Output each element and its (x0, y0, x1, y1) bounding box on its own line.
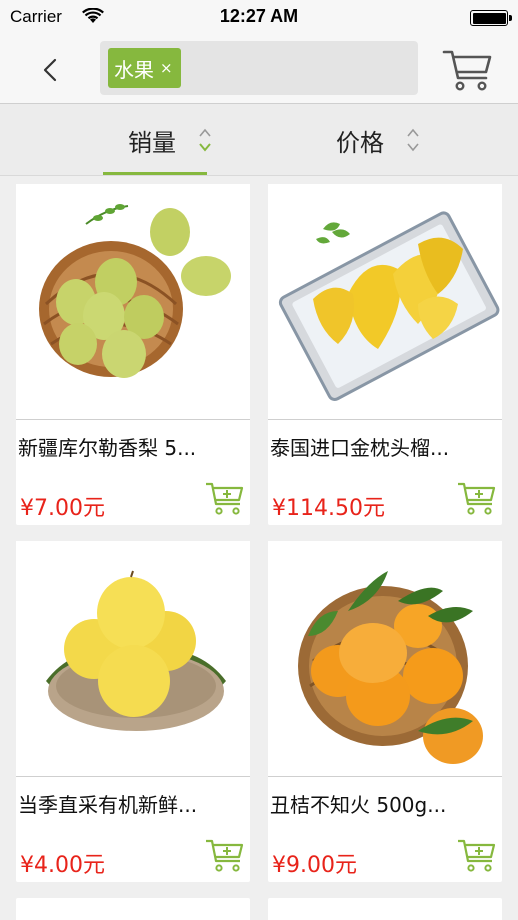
product-price: ¥7.00元 (20, 496, 105, 521)
sort-arrows-icon (199, 128, 211, 152)
pears-in-basket-image (39, 204, 231, 378)
product-card[interactable] (16, 898, 250, 920)
sort-arrows-icon (407, 128, 419, 152)
add-to-cart-icon[interactable] (204, 480, 244, 516)
search-field[interactable]: 水果 × (100, 41, 418, 95)
product-name: 当季直采有机新鲜... (18, 793, 198, 817)
product-card[interactable]: 泰国进口金枕头榴... ¥114.50元 (268, 184, 502, 525)
product-image (16, 541, 250, 777)
product-image (268, 541, 502, 777)
back-button[interactable] (30, 52, 70, 88)
yellow-pears-on-plate-image (46, 570, 226, 731)
active-sort-indicator (103, 172, 207, 175)
clock: 12:27 AM (219, 6, 299, 26)
product-image (268, 184, 502, 420)
add-to-cart-icon[interactable] (204, 837, 244, 873)
durian-on-tray-image (278, 211, 500, 401)
tangerines-in-basket-image (298, 571, 483, 764)
product-price: ¥114.50元 (272, 496, 385, 521)
category-tag-label: 水果 (114, 57, 154, 82)
add-to-cart-icon[interactable] (456, 480, 496, 516)
product-name: 丑桔不知火 500g... (270, 793, 447, 817)
status-bar: Carrier 12:27 AM (0, 0, 518, 36)
chevron-left-icon (43, 58, 57, 82)
product-card[interactable]: 当季直采有机新鲜... ¥4.00元 (16, 541, 250, 882)
add-to-cart-icon[interactable] (456, 837, 496, 873)
product-price: ¥4.00元 (20, 853, 105, 878)
category-tag[interactable]: 水果 × (108, 48, 181, 88)
product-card[interactable]: 新疆库尔勒香梨 5... ¥7.00元 (16, 184, 250, 525)
product-name: 新疆库尔勒香梨 5... (18, 436, 197, 460)
sort-sales-label: 销量 (128, 128, 176, 157)
sort-price-label: 价格 (336, 128, 384, 157)
shopping-cart-icon[interactable] (440, 46, 494, 92)
sort-bar: 销量 价格 (0, 104, 518, 176)
battery-icon (470, 10, 512, 26)
product-name: 泰国进口金枕头榴... (270, 436, 450, 460)
product-card[interactable] (268, 898, 502, 920)
product-image (16, 184, 250, 420)
product-card[interactable]: 丑桔不知火 500g... ¥9.00元 (268, 541, 502, 882)
product-price: ¥9.00元 (272, 853, 357, 878)
sort-by-price[interactable]: 价格 (336, 104, 420, 176)
tag-close-icon[interactable]: × (160, 59, 173, 77)
sort-by-sales[interactable]: 销量 (128, 104, 212, 176)
nav-bar: 水果 × (0, 36, 518, 104)
